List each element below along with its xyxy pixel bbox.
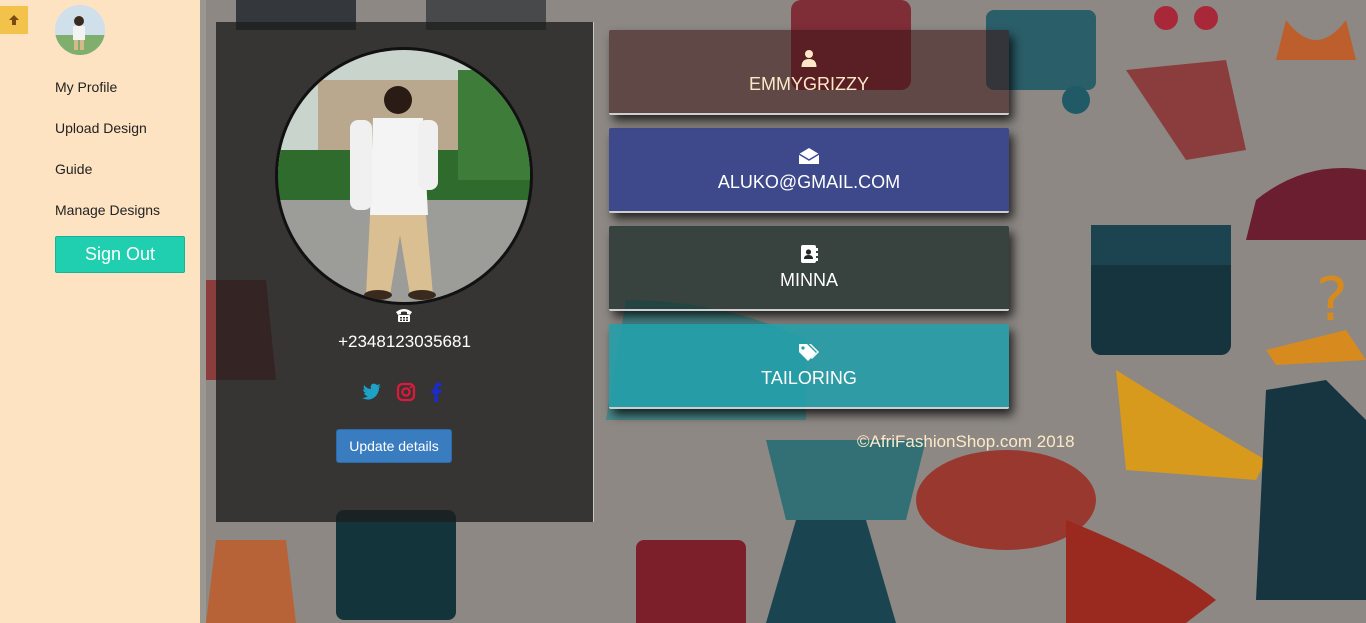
facebook-icon[interactable] [430,382,442,407]
email-text: ALUKO@GMAIL.COM [717,172,901,192]
phone-icon [396,309,412,322]
twitter-icon[interactable] [362,383,382,406]
sidebar-nav: My Profile Upload Design Guide Manage De… [55,78,160,242]
copyright-footer: ©AfriFashionShop.com 2018 [857,432,1075,451]
user-icon [801,48,817,68]
username-text: EMMYGRIZZY [749,74,869,94]
sidebar-item-my-profile[interactable]: My Profile [55,78,160,119]
profile-photo [278,50,530,302]
social-links [362,382,442,407]
tags-icon [798,342,820,362]
trade-text: TAILORING [761,368,857,388]
trade-card: TAILORING [609,324,1009,409]
envelope-open-icon [798,146,820,166]
phone-number: +2348123035681 [338,332,471,351]
sidebar: My Profile Upload Design Guide Manage De… [0,0,200,623]
sidebar-item-upload-design[interactable]: Upload Design [55,119,160,160]
arrow-toggle-icon [9,15,19,25]
address-book-icon [800,244,818,264]
email-card: ALUKO@GMAIL.COM [609,128,1009,213]
username-card: EMMYGRIZZY [609,30,1009,115]
city-card: MINNA [609,226,1009,311]
sidebar-toggle-button[interactable] [0,6,28,34]
avatar[interactable] [55,5,105,55]
sign-out-button[interactable]: Sign Out [55,236,185,273]
instagram-icon[interactable] [396,382,416,407]
city-text: MINNA [780,270,838,290]
profile-panel: +2348123035681 Update details [216,22,594,522]
update-details-button[interactable]: Update details [336,429,452,463]
svg-text:?: ? [1316,265,1348,335]
sidebar-item-guide[interactable]: Guide [55,160,160,201]
